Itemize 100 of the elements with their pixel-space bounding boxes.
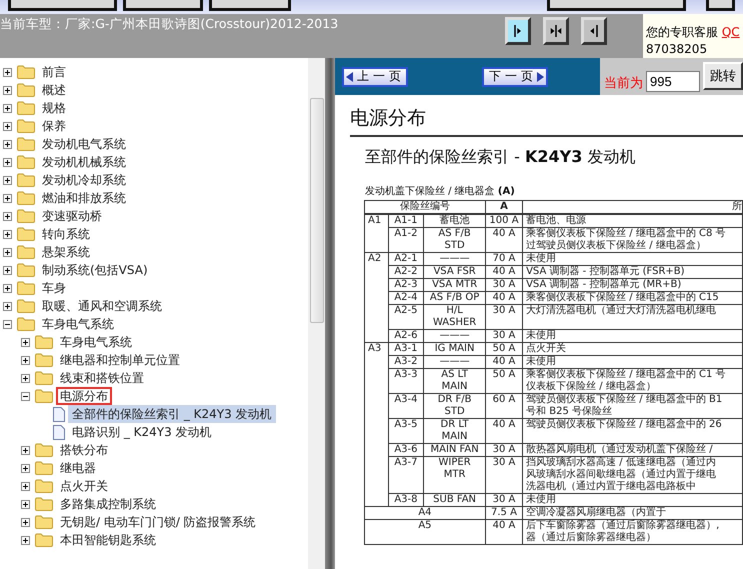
- document-title: 电源分布: [350, 105, 743, 137]
- expand-icon[interactable]: [21, 464, 30, 472]
- scrollbar-thumb[interactable]: [310, 98, 324, 323]
- tree-item[interactable]: 发动机电气系统: [38, 135, 130, 153]
- table-cell: A1-1: [388, 214, 424, 228]
- tree-item[interactable]: 前言: [38, 63, 70, 81]
- tree-item[interactable]: 概述: [38, 81, 70, 99]
- expand-icon[interactable]: [21, 500, 30, 508]
- table-cell: AS LT MAIN: [424, 368, 486, 394]
- table-cell: DR LT MAIN: [424, 418, 486, 444]
- tree-item[interactable]: 无钥匙/ 电动车门门锁/ 防盗报警系统: [56, 513, 260, 531]
- table-cell: 50 A: [485, 368, 523, 394]
- tree-item[interactable]: 燃油和排放系统: [38, 189, 130, 207]
- arrow-left-icon: [346, 72, 354, 82]
- table-cell: AS F/B OP: [424, 292, 486, 304]
- next-page-button[interactable]: 下 一 页: [482, 66, 548, 86]
- expand-icon[interactable]: [3, 194, 12, 202]
- qq-link[interactable]: QC: [722, 25, 740, 39]
- tree-item[interactable]: 搭铁分布: [56, 441, 112, 459]
- table-cell: A2-2: [388, 266, 424, 278]
- table-cell: 30 A: [485, 456, 523, 494]
- view-button[interactable]: [543, 17, 569, 45]
- table-cell: A2-3: [388, 278, 424, 292]
- toolbar-button[interactable]: [209, 0, 292, 11]
- expand-icon[interactable]: [21, 482, 30, 490]
- tree-item[interactable]: 点火开关: [56, 477, 112, 495]
- expand-icon[interactable]: [21, 338, 30, 346]
- tree-item[interactable]: 电路识别 _ K24Y3 发动机: [68, 423, 216, 441]
- expand-icon[interactable]: [3, 176, 12, 184]
- toolbar-button[interactable]: [8, 0, 118, 11]
- tree-item[interactable]: 车身电气系统: [56, 333, 136, 351]
- folder-icon: [17, 65, 35, 79]
- tree-item[interactable]: 车身: [38, 279, 70, 297]
- tree-item[interactable]: 发动机机械系统: [38, 153, 130, 171]
- expand-icon[interactable]: [3, 284, 12, 292]
- folder-icon: [17, 83, 35, 97]
- expand-icon[interactable]: [21, 536, 30, 544]
- tree-item[interactable]: 转向系统: [38, 225, 94, 243]
- tree-item[interactable]: 继电器和控制单元位置: [56, 351, 184, 369]
- tree-item[interactable]: 全部件的保险丝索引 _ K24Y3 发动机: [68, 405, 276, 423]
- expand-icon[interactable]: [3, 122, 12, 130]
- document-subtitle: 至部件的保险丝索引 - K24Y3 发动机: [365, 147, 636, 168]
- expand-icon[interactable]: [3, 212, 12, 220]
- tree-item[interactable]: 制动系统(包括VSA): [38, 261, 152, 279]
- toolbar-button[interactable]: [706, 0, 735, 11]
- view-button[interactable]: [581, 17, 607, 45]
- expand-icon[interactable]: [3, 158, 12, 166]
- tree-item[interactable]: 取暖、通风和空调系统: [38, 297, 166, 315]
- tree-item[interactable]: 悬架系统: [38, 243, 94, 261]
- scrollbar[interactable]: [308, 58, 325, 569]
- table-cell: 蓄电池、电源: [522, 214, 742, 228]
- collapse-icon[interactable]: [3, 320, 12, 328]
- tree-item[interactable]: 保养: [38, 117, 70, 135]
- expand-icon[interactable]: [21, 446, 30, 454]
- table-cell: AS F/B STD: [424, 228, 486, 252]
- table-cell: 空调冷凝器风扇继电器（内置于: [522, 506, 742, 520]
- tree-item[interactable]: 电源分布: [56, 387, 112, 405]
- table-cell: A5: [364, 520, 486, 544]
- tree-item[interactable]: 规格: [38, 99, 70, 117]
- tree-item[interactable]: 发动机冷却系统: [38, 171, 130, 189]
- tree-item[interactable]: 多路集成控制系统: [56, 495, 160, 513]
- folder-icon: [35, 389, 53, 403]
- collapse-icon[interactable]: [21, 392, 30, 400]
- expand-icon[interactable]: [21, 356, 30, 364]
- view-button[interactable]: [505, 17, 531, 45]
- expand-icon[interactable]: [21, 518, 30, 526]
- folder-icon: [17, 281, 35, 295]
- tree-item[interactable]: 变速驱动桥: [38, 207, 106, 225]
- tree-item[interactable]: 车身电气系统: [38, 315, 118, 333]
- table-cell: A2-6: [388, 330, 424, 342]
- expand-icon[interactable]: [21, 374, 30, 382]
- expand-icon[interactable]: [3, 104, 12, 112]
- table-cell: A2-4: [388, 292, 424, 304]
- table-cell: A3-5: [388, 418, 424, 444]
- arrows-inward-icon: [548, 22, 564, 40]
- table-cell: 40 A: [485, 356, 523, 368]
- expand-icon[interactable]: [3, 230, 12, 238]
- expand-icon[interactable]: [3, 86, 12, 94]
- folder-icon: [17, 101, 35, 115]
- page-number-field[interactable]: 995: [646, 71, 700, 92]
- table-cell: 40 A: [485, 228, 523, 252]
- table-cell: 70 A: [485, 252, 523, 266]
- jump-button[interactable]: 跳转: [703, 62, 743, 90]
- tree-item[interactable]: 本田智能钥匙系统: [56, 531, 160, 549]
- folder-icon: [17, 299, 35, 313]
- folder-icon: [17, 263, 35, 277]
- toolbar-button[interactable]: [123, 0, 204, 11]
- folder-icon: [35, 515, 53, 529]
- expand-icon[interactable]: [3, 140, 12, 148]
- folder-icon: [35, 335, 53, 349]
- tree-item[interactable]: 继电器: [56, 459, 100, 477]
- toolbar-button[interactable]: [547, 0, 686, 11]
- table-cell: A3: [364, 342, 388, 506]
- expand-icon[interactable]: [3, 266, 12, 274]
- expand-icon[interactable]: [3, 68, 12, 76]
- expand-icon[interactable]: [3, 248, 12, 256]
- prev-page-button[interactable]: 上 一 页: [342, 66, 408, 86]
- expand-icon[interactable]: [3, 302, 12, 310]
- tree-item[interactable]: 线束和搭铁位置: [56, 369, 148, 387]
- table-cell: IG MAIN: [424, 342, 486, 356]
